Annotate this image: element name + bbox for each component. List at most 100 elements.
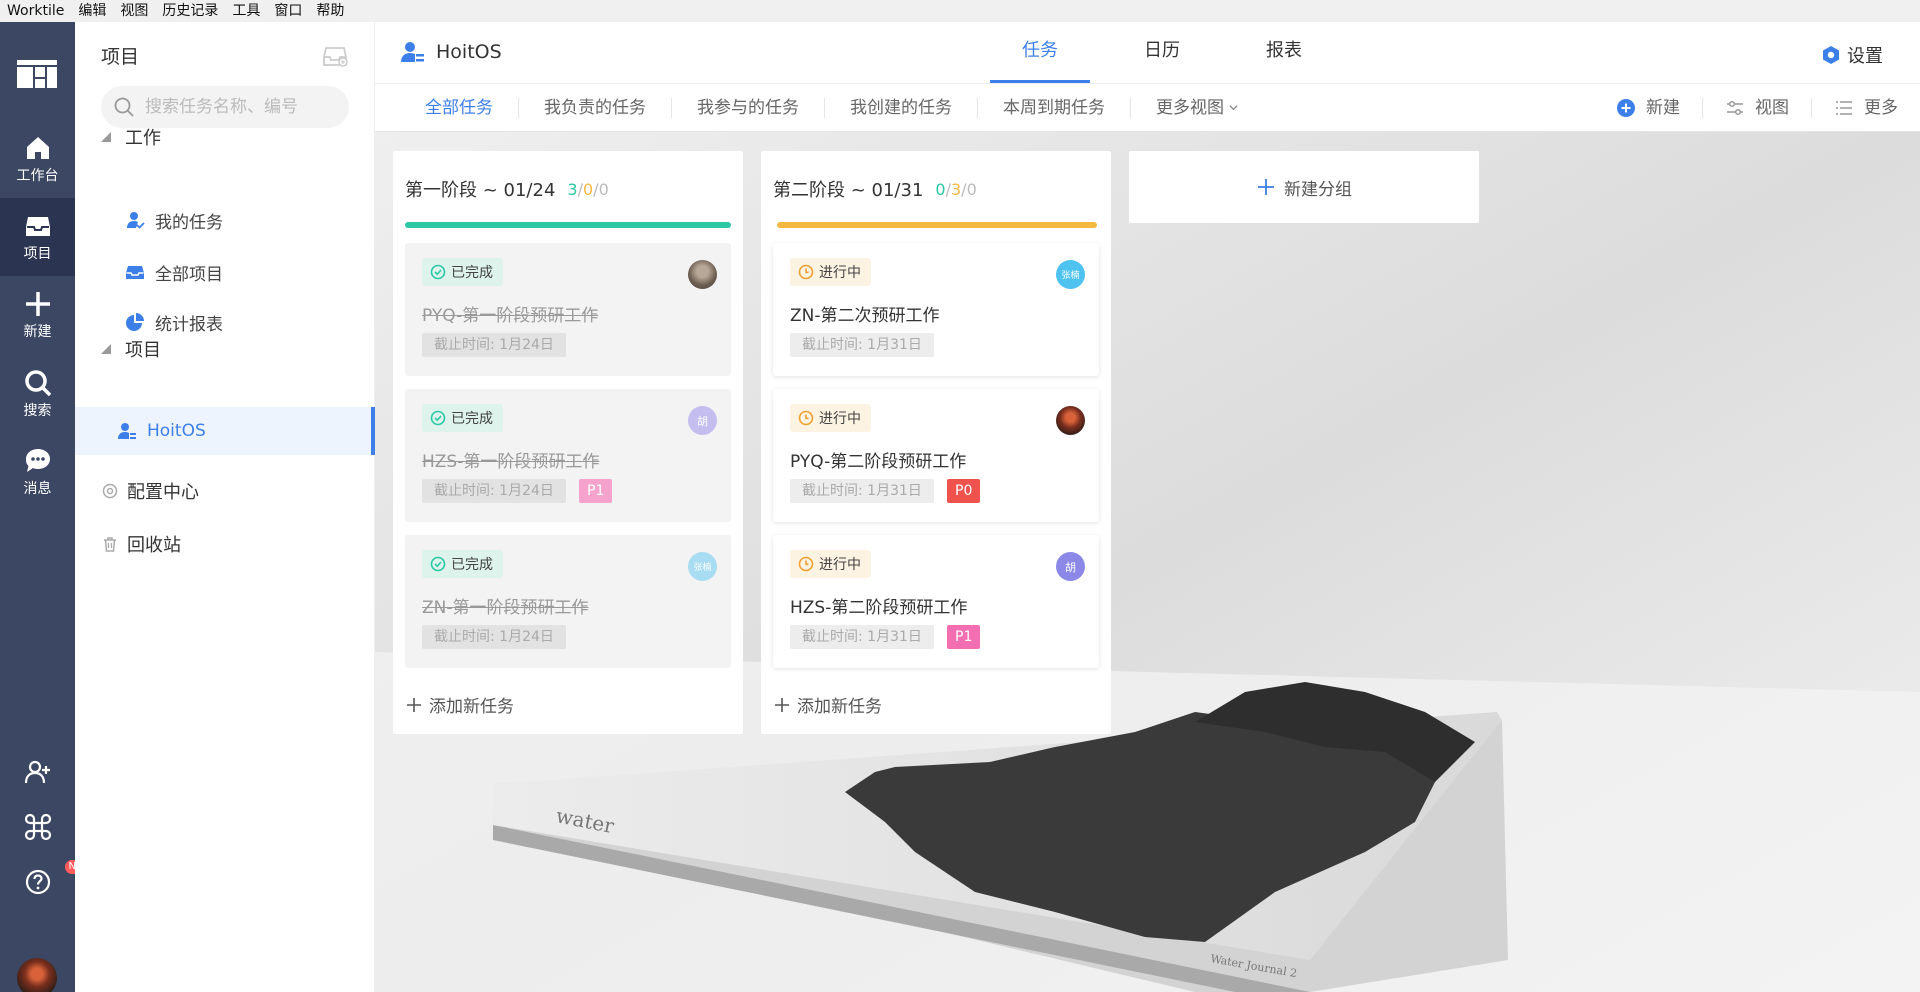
task-view-bar: 全部任务 我负责的任务 我参与的任务 我创建的任务 本周到期任务 更多视图 新建… bbox=[375, 84, 1920, 132]
project-sidebar: 项目 工作 我的任务 全部项目 统计报表 项目 HoitOS 配置中心 回收站 bbox=[75, 22, 375, 992]
project-name: HoitOS bbox=[436, 41, 502, 63]
group-title[interactable]: 第二阶段 ~ 01/31 bbox=[773, 176, 923, 202]
invite-member-button[interactable] bbox=[0, 758, 75, 786]
view-more-dropdown[interactable]: 更多视图 bbox=[1131, 98, 1264, 118]
search-input[interactable] bbox=[145, 97, 335, 117]
help-button[interactable]: New bbox=[0, 860, 95, 900]
project-title: HoitOS bbox=[400, 40, 502, 64]
group-counts: 0/3/0 bbox=[935, 179, 977, 199]
status-badge: 已完成 bbox=[422, 258, 503, 286]
task-card[interactable]: 已完成 张楠 ZN-第一阶段预研工作 截止时间: 1月24日 bbox=[405, 535, 731, 668]
sidebar-item-label: 我的任务 bbox=[155, 212, 223, 233]
more-button[interactable]: 更多 bbox=[1811, 98, 1920, 118]
group-progress-bar bbox=[405, 222, 731, 228]
sidebar-title: 项目 bbox=[101, 46, 140, 68]
app-logo-icon[interactable] bbox=[17, 60, 57, 88]
search-icon bbox=[24, 370, 51, 397]
task-title: PYQ-第一阶段预研工作 bbox=[422, 306, 599, 326]
assignee-avatar[interactable]: 张楠 bbox=[1056, 260, 1085, 289]
gear-icon bbox=[102, 483, 118, 499]
sidebar-item-project-hoitos[interactable]: HoitOS bbox=[75, 407, 375, 455]
sidebar-item-trash[interactable]: 回收站 bbox=[101, 531, 181, 557]
task-group-stage-2: 第二阶段 ~ 01/31 0/3/0 进行中 张楠 ZN-第二次预研工作 截止时… bbox=[761, 151, 1111, 734]
due-date: 截止时间: 1月24日 bbox=[422, 333, 566, 357]
tab-reports[interactable]: 报表 bbox=[1234, 22, 1334, 83]
task-card[interactable]: 进行中 PYQ-第二阶段预研工作 截止时间: 1月31日 P0 bbox=[773, 389, 1099, 522]
tray-icon[interactable] bbox=[322, 44, 348, 68]
assignee-avatar[interactable] bbox=[688, 260, 717, 289]
group-progress-bar bbox=[777, 222, 1097, 228]
task-card[interactable]: 已完成 PYQ-第一阶段预研工作 截止时间: 1月24日 bbox=[405, 243, 731, 376]
menu-view[interactable]: 视图 bbox=[113, 0, 155, 22]
task-card[interactable]: 进行中 张楠 ZN-第二次预研工作 截止时间: 1月31日 bbox=[773, 243, 1099, 376]
status-badge: 进行中 bbox=[790, 404, 871, 432]
settings-button[interactable]: 设置 bbox=[1821, 42, 1883, 68]
menu-help[interactable]: 帮助 bbox=[309, 0, 351, 22]
rail-item-messages[interactable]: 消息 bbox=[0, 433, 75, 511]
view-my-created[interactable]: 我创建的任务 bbox=[825, 97, 978, 118]
settings-label: 设置 bbox=[1847, 46, 1883, 67]
assignee-avatar[interactable]: 胡 bbox=[1056, 552, 1085, 581]
sidebar-item-label: 回收站 bbox=[127, 535, 181, 556]
menu-edit[interactable]: 编辑 bbox=[71, 0, 113, 22]
add-task-button[interactable]: 添加新任务 bbox=[405, 692, 514, 717]
view-my-responsible[interactable]: 我负责的任务 bbox=[519, 97, 672, 118]
list-icon bbox=[1836, 101, 1852, 115]
apps-button[interactable] bbox=[0, 813, 75, 841]
section-projects[interactable]: 项目 bbox=[101, 338, 161, 361]
sidebar-item-label: 配置中心 bbox=[127, 482, 199, 503]
status-badge: 已完成 bbox=[422, 550, 503, 578]
assignee-avatar[interactable] bbox=[1056, 406, 1085, 435]
new-task-button[interactable]: 新建 bbox=[1594, 98, 1702, 118]
tab-tasks[interactable]: 任务 bbox=[990, 22, 1090, 83]
rail-item-search[interactable]: 搜索 bbox=[0, 355, 75, 433]
section-work[interactable]: 工作 bbox=[101, 126, 161, 149]
priority-badge: P0 bbox=[947, 479, 981, 503]
sidebar-item-my-tasks[interactable]: 我的任务 bbox=[75, 196, 373, 244]
view-settings-button[interactable]: 视图 bbox=[1702, 98, 1811, 118]
user-avatar[interactable] bbox=[17, 958, 57, 992]
collapse-triangle-icon bbox=[101, 344, 111, 354]
view-due-this-week[interactable]: 本周到期任务 bbox=[978, 97, 1131, 118]
kanban-board: water Water Journal 2 第一阶段 ~ 01/24 3/0/0… bbox=[375, 132, 1920, 992]
help-icon bbox=[25, 869, 50, 895]
chat-icon bbox=[25, 449, 50, 472]
new-group-button[interactable]: 新建分组 bbox=[1129, 151, 1479, 223]
user-task-icon bbox=[127, 212, 145, 229]
sliders-icon bbox=[1727, 100, 1743, 116]
assignee-avatar[interactable]: 张楠 bbox=[688, 552, 717, 581]
due-date: 截止时间: 1月24日 bbox=[422, 479, 566, 503]
sidebar-item-label: 全部项目 bbox=[155, 264, 223, 285]
sidebar-item-label: HoitOS bbox=[147, 421, 206, 441]
rail-item-projects[interactable]: 项目 bbox=[0, 198, 75, 276]
sidebar-item-label: 统计报表 bbox=[155, 314, 223, 335]
menu-tools[interactable]: 工具 bbox=[225, 0, 267, 22]
menu-history[interactable]: 历史记录 bbox=[155, 0, 225, 22]
task-card[interactable]: 进行中 胡 HZS-第二阶段预研工作 截止时间: 1月31日 P1 bbox=[773, 535, 1099, 668]
group-counts: 3/0/0 bbox=[567, 179, 609, 199]
sidebar-item-config-center[interactable]: 配置中心 bbox=[101, 478, 199, 504]
plus-icon bbox=[25, 292, 50, 316]
group-title[interactable]: 第一阶段 ~ 01/24 bbox=[405, 176, 555, 202]
settings-hexagon-icon bbox=[1823, 46, 1839, 64]
status-badge: 进行中 bbox=[790, 258, 871, 286]
sidebar-item-all-projects[interactable]: 全部项目 bbox=[75, 248, 373, 296]
rail-item-label: 搜索 bbox=[23, 403, 52, 419]
rail-item-label: 工作台 bbox=[16, 168, 59, 184]
add-task-button[interactable]: 添加新任务 bbox=[773, 692, 882, 717]
pie-chart-icon bbox=[126, 313, 144, 331]
view-settings-label: 视图 bbox=[1755, 98, 1789, 118]
rail-item-label: 消息 bbox=[23, 481, 52, 497]
rail-item-dashboard[interactable]: 工作台 bbox=[0, 120, 75, 198]
new-task-label: 新建 bbox=[1646, 98, 1680, 118]
menu-app-name[interactable]: Worktile bbox=[0, 0, 71, 22]
assignee-avatar[interactable]: 胡 bbox=[688, 406, 717, 435]
task-card[interactable]: 已完成 胡 HZS-第一阶段预研工作 截止时间: 1月24日 P1 bbox=[405, 389, 731, 522]
menu-window[interactable]: 窗口 bbox=[267, 0, 309, 22]
rail-item-new[interactable]: 新建 bbox=[0, 276, 75, 354]
due-date: 截止时间: 1月31日 bbox=[790, 333, 934, 357]
task-actions: 新建 视图 更多 bbox=[1594, 84, 1920, 132]
view-my-participating[interactable]: 我参与的任务 bbox=[672, 97, 825, 118]
tab-calendar[interactable]: 日历 bbox=[1112, 22, 1212, 83]
view-all-tasks[interactable]: 全部任务 bbox=[375, 97, 519, 118]
